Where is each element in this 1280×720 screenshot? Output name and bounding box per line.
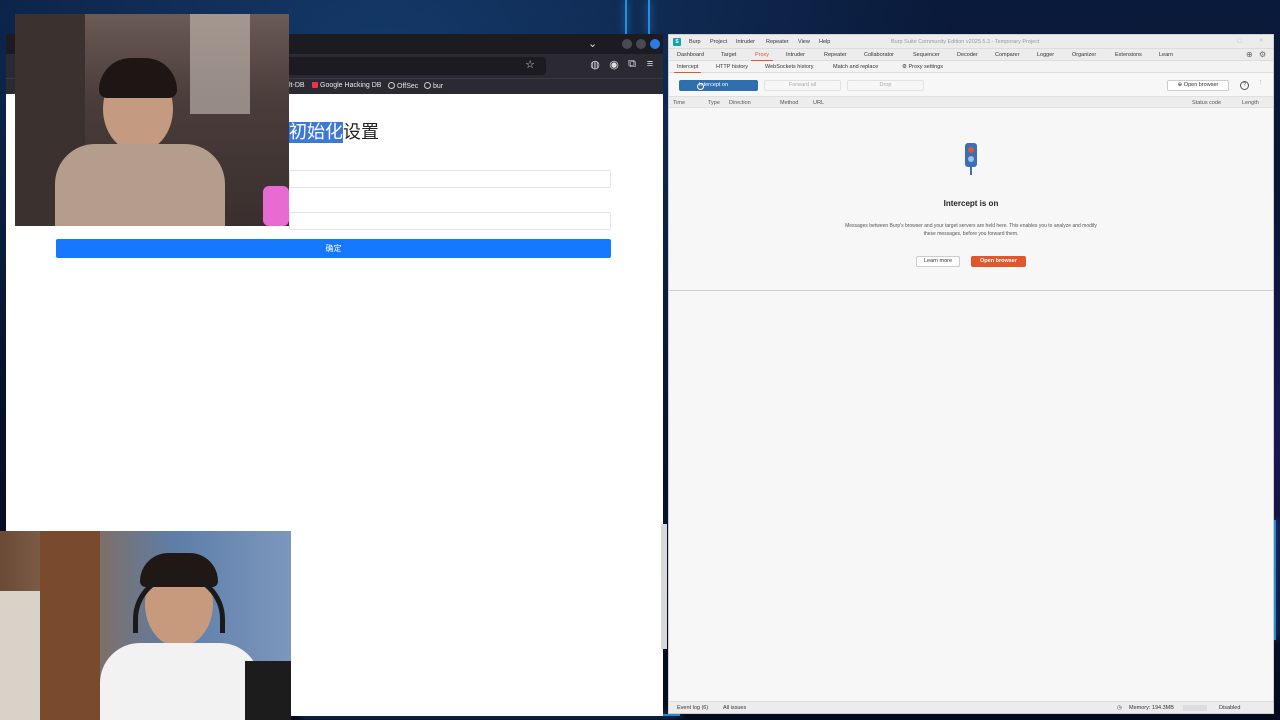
bookmark-star-icon[interactable]: ☆	[523, 58, 537, 71]
burp-titlebar: S Burp Project Intruder Repeater View He…	[669, 35, 1273, 49]
intercept-toggle-button[interactable]: Intercept on	[679, 80, 758, 91]
menu-help[interactable]: Help	[819, 39, 830, 45]
minimize-icon[interactable]: ▢	[1237, 38, 1242, 44]
traffic-light-icon	[965, 143, 977, 175]
subtab-websockets-history[interactable]: WebSockets history	[765, 64, 814, 70]
event-log-link[interactable]: Event log (6)	[677, 705, 708, 711]
column-header[interactable]: Direction	[729, 100, 751, 106]
intercept-toolbar: Intercept on Forward all Drop ⊕ Open bro…	[669, 73, 1273, 93]
drop-button[interactable]: Drop	[847, 80, 924, 91]
table-header: Time Type Direction Method URL Status co…	[669, 96, 1273, 108]
menu-icon[interactable]: ≡	[643, 58, 657, 70]
minimize-button[interactable]	[622, 39, 632, 49]
empty-state-title: Intercept is on	[943, 199, 999, 208]
tab-target[interactable]: Target	[721, 52, 736, 58]
status-bar: Event log (6) All issues ◷ Memory: 194.3…	[669, 701, 1273, 713]
scrollbar[interactable]	[661, 524, 667, 649]
memory-bar	[1183, 705, 1207, 711]
close-button[interactable]	[650, 39, 660, 49]
neon-decor	[1274, 520, 1276, 640]
close-icon[interactable]: ✕	[1259, 38, 1264, 44]
subtab-match-replace[interactable]: Match and replace	[833, 64, 878, 70]
forward-all-button[interactable]: Forward all	[764, 80, 841, 91]
url-bar[interactable]	[286, 57, 546, 75]
menu-view[interactable]: View	[798, 39, 810, 45]
burp-window: S Burp Project Intruder Repeater View He…	[668, 34, 1274, 714]
open-browser-button[interactable]: ⊕ Open browser	[1167, 80, 1229, 91]
bookmark-item[interactable]: Google Hacking DB	[312, 82, 381, 89]
open-browser-primary-button[interactable]: Open browser	[971, 256, 1026, 267]
subtab-intercept[interactable]: Intercept	[673, 64, 702, 73]
maximize-button[interactable]	[636, 39, 646, 49]
empty-state-description: Messages between Burp's browser and your…	[845, 223, 1097, 237]
page-title: 初始化设置	[289, 118, 379, 144]
room-door	[40, 531, 100, 720]
neon-decor	[625, 0, 627, 34]
webcam-overlay-top	[15, 14, 289, 226]
help-icon[interactable]: ?	[1240, 81, 1249, 90]
tab-collaborator[interactable]: Collaborator	[864, 52, 894, 58]
burp-logo-icon: S	[673, 38, 681, 46]
window-title: Burp Suite Community Edition v2025.5.3 -…	[891, 39, 1040, 45]
gear-icon[interactable]: ⚙	[1259, 50, 1266, 59]
text-input[interactable]	[289, 212, 611, 230]
account-icon[interactable]: ◉	[607, 58, 621, 71]
globe-icon	[424, 82, 431, 89]
tab-proxy[interactable]: Proxy	[750, 52, 774, 61]
tab-dashboard[interactable]: Dashboard	[677, 52, 704, 58]
column-header[interactable]: Status code	[1192, 100, 1221, 106]
selected-text: 初始化	[289, 122, 343, 143]
column-header[interactable]: Length	[1242, 100, 1259, 106]
all-issues-link[interactable]: All issues	[723, 705, 746, 711]
tab-learn[interactable]: Learn	[1159, 52, 1173, 58]
memory-label: Memory: 194.3MB	[1129, 705, 1174, 711]
column-header[interactable]: URL	[813, 100, 824, 106]
tab-extensions[interactable]: Extensions	[1115, 52, 1142, 58]
subtab-http-history[interactable]: HTTP history	[716, 64, 748, 70]
title-rest: 设置	[343, 122, 379, 143]
bookmark-item[interactable]: lt-DB	[289, 82, 305, 89]
pane-divider[interactable]	[669, 290, 1273, 291]
tab-organizer[interactable]: Organizer	[1072, 52, 1096, 58]
more-options-icon[interactable]: ⋮	[1258, 80, 1264, 86]
memory-icon: ◷	[1117, 705, 1122, 711]
person-body	[55, 144, 225, 226]
webcam-overlay-bottom	[0, 531, 291, 720]
text-input[interactable]	[289, 170, 611, 188]
menu-project[interactable]: Project	[710, 39, 727, 45]
confirm-button[interactable]: 确定	[56, 239, 611, 258]
bookmark-favicon-icon	[312, 82, 318, 88]
learn-more-button[interactable]: Learn more	[916, 256, 960, 267]
neon-decor	[648, 0, 650, 34]
proxy-settings-link[interactable]: ⚙ Proxy settings	[902, 64, 943, 70]
person-body	[100, 643, 260, 720]
tab-repeater[interactable]: Repeater	[824, 52, 847, 58]
tab-intruder[interactable]: Intruder	[786, 52, 805, 58]
menu-repeater[interactable]: Repeater	[766, 39, 789, 45]
room-curtain	[190, 14, 250, 114]
bookmark-item[interactable]: OffSec	[388, 82, 418, 90]
bookmark-item[interactable]: bur	[424, 82, 443, 90]
column-header[interactable]: Method	[780, 100, 798, 106]
chair	[245, 661, 291, 720]
menu-burp[interactable]: Burp	[689, 39, 701, 45]
tab-decoder[interactable]: Decoder	[957, 52, 978, 58]
proxy-subtabs: Intercept HTTP history WebSockets histor…	[669, 61, 1273, 73]
chevron-down-icon[interactable]: ⌄	[588, 37, 597, 50]
globe-icon	[388, 82, 395, 89]
tab-comparer[interactable]: Comparer	[995, 52, 1019, 58]
globe-icon[interactable]: ⊕	[1246, 50, 1253, 59]
room-shelf	[0, 591, 40, 720]
column-header[interactable]: Type	[708, 100, 720, 106]
menu-intruder[interactable]: Intruder	[736, 39, 755, 45]
burp-main-tabs: Dashboard Target Proxy Intruder Repeater…	[669, 49, 1273, 61]
person-hair	[99, 58, 177, 98]
pocket-icon[interactable]: ◍	[588, 58, 602, 71]
ai-status[interactable]: Disabled	[1219, 705, 1240, 711]
column-header[interactable]: Time	[673, 100, 685, 106]
lamp	[263, 186, 289, 226]
extensions-icon[interactable]: ⧉	[625, 58, 639, 71]
tab-logger[interactable]: Logger	[1037, 52, 1054, 58]
tab-sequencer[interactable]: Sequencer	[913, 52, 940, 58]
